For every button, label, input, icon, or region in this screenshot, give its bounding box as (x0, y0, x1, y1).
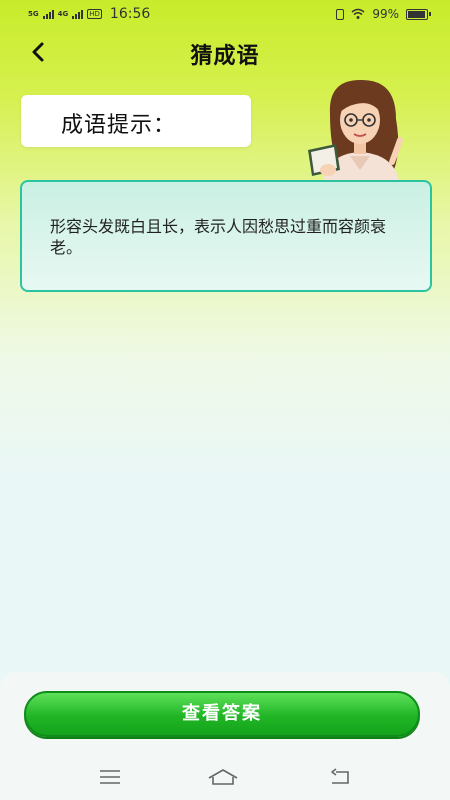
battery-percent: 99% (372, 7, 399, 21)
menu-icon[interactable] (99, 768, 121, 786)
view-answer-label: 查看答案 (182, 703, 262, 724)
home-icon[interactable] (207, 768, 239, 786)
teacher-illustration (308, 79, 403, 186)
signal-icon-2 (72, 9, 84, 19)
status-time: 16:56 (109, 6, 151, 22)
battery-fill (408, 10, 426, 18)
network-5g-label: 5G (28, 9, 39, 18)
status-bar: 5G 4G HD 16:56 99% (0, 0, 450, 30)
status-right: 99% (336, 7, 431, 21)
hint-text: 形容头发既白且长，表示人因愁思过重而容颜衰老。 (50, 217, 387, 257)
wifi-icon (351, 8, 365, 19)
signal-icon (42, 9, 54, 19)
vibrate-icon (336, 8, 345, 20)
hint-card: 形容头发既白且长，表示人因愁思过重而容颜衰老。 (20, 180, 432, 292)
hint-label: 成语提示： (61, 113, 177, 138)
network-4g-label: 4G (57, 9, 69, 18)
hd-badge: HD (87, 9, 102, 19)
hint-label-box: 成语提示： (21, 95, 251, 147)
battery-icon (406, 8, 431, 20)
page-title: 猜成语 (190, 44, 260, 69)
status-left: 5G 4G HD 16:56 (28, 6, 150, 22)
view-answer-button[interactable]: 查看答案 (24, 691, 420, 737)
back-icon[interactable] (328, 768, 352, 786)
